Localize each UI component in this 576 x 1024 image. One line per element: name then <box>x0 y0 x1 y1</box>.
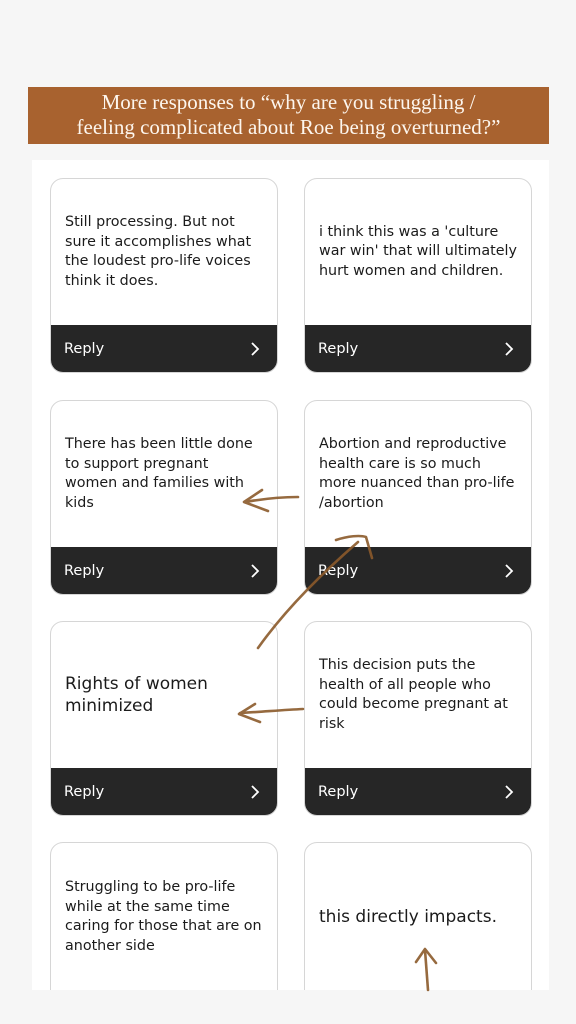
reply-label: Reply <box>318 783 359 800</box>
response-text: Still processing. But not sure it accomp… <box>65 214 252 289</box>
chevron-right-icon <box>505 563 514 578</box>
title-banner: More responses to “why are you strugglin… <box>28 87 549 144</box>
response-text: i think this was a 'culture war win' tha… <box>319 223 517 279</box>
reply-label: Reply <box>318 340 359 357</box>
response-body: Struggling to be pro-life while at the s… <box>51 843 277 990</box>
response-body: There has been little done to support pr… <box>51 401 277 547</box>
response-card: Struggling to be pro-life while at the s… <box>50 842 278 990</box>
reply-button[interactable]: Reply <box>305 325 531 372</box>
response-card: This decision puts the health of all peo… <box>304 621 532 816</box>
title-line-1: More responses to “why are you strugglin… <box>101 90 476 114</box>
response-body: This decision puts the health of all peo… <box>305 622 531 768</box>
title-line-2: feeling complicated about Roe being over… <box>76 115 501 139</box>
chevron-right-icon <box>505 341 514 356</box>
reply-button[interactable]: Reply <box>51 547 277 594</box>
response-text: This decision puts the health of all peo… <box>319 657 508 732</box>
chevron-right-icon <box>505 784 514 799</box>
chevron-right-icon <box>251 341 260 356</box>
response-text: this directly impacts. <box>319 907 497 927</box>
response-card: this directly impacts. <box>304 842 532 990</box>
response-body: Rights of women minimized <box>51 622 277 768</box>
reply-button[interactable]: Reply <box>305 547 531 594</box>
response-body: this directly impacts. <box>305 843 531 990</box>
response-body: i think this was a 'culture war win' tha… <box>305 179 531 325</box>
response-text: Struggling to be pro-life while at the s… <box>65 879 262 954</box>
response-card: There has been little done to support pr… <box>50 400 278 595</box>
reply-label: Reply <box>64 562 105 579</box>
reply-button[interactable]: Reply <box>305 768 531 815</box>
response-card: Still processing. But not sure it accomp… <box>50 178 278 373</box>
chevron-right-icon <box>251 563 260 578</box>
chevron-right-icon <box>251 784 260 799</box>
response-text: Abortion and reproductive health care is… <box>319 436 515 511</box>
reply-label: Reply <box>318 562 359 579</box>
reply-label: Reply <box>64 340 105 357</box>
response-card: i think this was a 'culture war win' tha… <box>304 178 532 373</box>
responses-board: Still processing. But not sure it accomp… <box>32 160 549 990</box>
reply-button[interactable]: Reply <box>51 768 277 815</box>
reply-label: Reply <box>64 783 105 800</box>
response-body: Abortion and reproductive health care is… <box>305 401 531 547</box>
response-text: Rights of women minimized <box>65 674 208 716</box>
response-card: Abortion and reproductive health care is… <box>304 400 532 595</box>
response-text: There has been little done to support pr… <box>65 436 253 511</box>
response-card: Rights of women minimized Reply <box>50 621 278 816</box>
response-body: Still processing. But not sure it accomp… <box>51 179 277 325</box>
reply-button[interactable]: Reply <box>51 325 277 372</box>
